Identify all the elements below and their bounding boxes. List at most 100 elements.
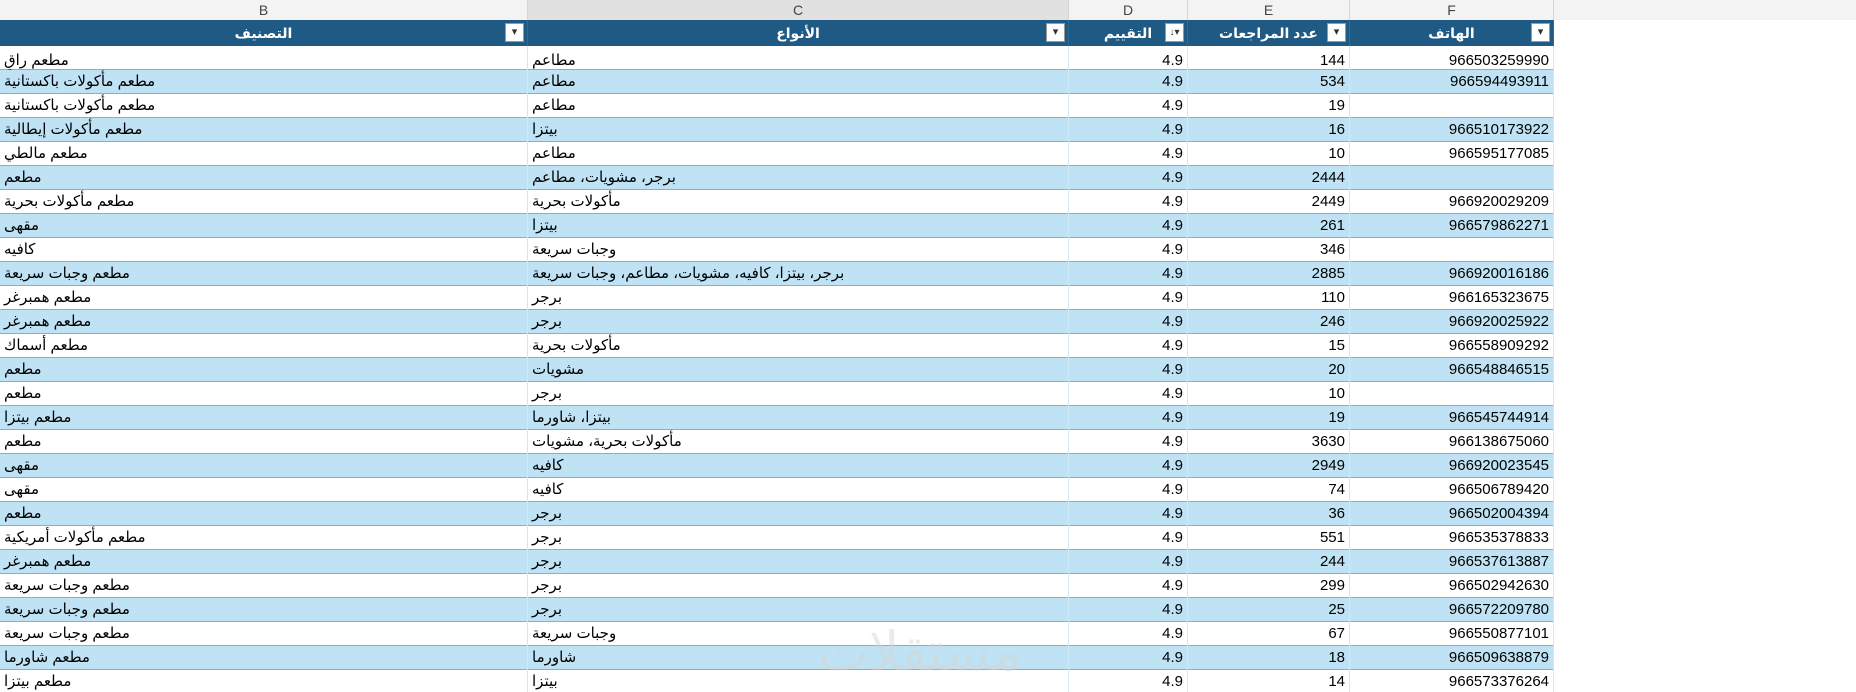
- cell-phone[interactable]: 966502004394: [1350, 502, 1554, 526]
- cell-rating[interactable]: 4.9: [1069, 598, 1188, 622]
- cell-rating[interactable]: 4.9: [1069, 406, 1188, 430]
- cell-reviews[interactable]: 10: [1188, 382, 1350, 406]
- cell-phone[interactable]: 966509638879: [1350, 646, 1554, 670]
- cell-rating[interactable]: 4.9: [1069, 190, 1188, 214]
- cell-rating[interactable]: 4.9: [1069, 142, 1188, 166]
- cell-types[interactable]: مطاعم: [528, 70, 1069, 94]
- cell-reviews[interactable]: 10: [1188, 142, 1350, 166]
- cell-reviews[interactable]: 2885: [1188, 262, 1350, 286]
- cell-empty[interactable]: [1554, 70, 1856, 94]
- cell-reviews[interactable]: 19: [1188, 94, 1350, 118]
- cell-rating[interactable]: 4.9: [1069, 310, 1188, 334]
- cell-empty[interactable]: [1554, 670, 1856, 692]
- cell-types[interactable]: مأكولات بحرية، مشويات: [528, 430, 1069, 454]
- cell-empty[interactable]: [1554, 166, 1856, 190]
- column-letter-d[interactable]: D: [1069, 0, 1188, 20]
- cell-empty[interactable]: [1554, 190, 1856, 214]
- cell-reviews[interactable]: 246: [1188, 310, 1350, 334]
- cell-phone[interactable]: 966548846515: [1350, 358, 1554, 382]
- cell-phone[interactable]: 966594493911: [1350, 70, 1554, 94]
- cell-category[interactable]: مطعم وجبات سريعة: [0, 574, 528, 598]
- cell-types[interactable]: بيتزا: [528, 670, 1069, 692]
- cell-category[interactable]: مقهى: [0, 478, 528, 502]
- filter-dropdown-icon[interactable]: ▾: [1327, 23, 1346, 42]
- cell-reviews[interactable]: 346: [1188, 238, 1350, 262]
- cell-types[interactable]: مشويات: [528, 358, 1069, 382]
- cell-phone[interactable]: [1350, 238, 1554, 262]
- cell-category[interactable]: مطعم بيتزا: [0, 406, 528, 430]
- cell-rating[interactable]: 4.9: [1069, 46, 1188, 70]
- cell-rating[interactable]: 4.9: [1069, 526, 1188, 550]
- cell-empty[interactable]: [1554, 406, 1856, 430]
- cell-empty[interactable]: [1554, 430, 1856, 454]
- cell-reviews[interactable]: 16: [1188, 118, 1350, 142]
- cell-types[interactable]: برجر: [528, 526, 1069, 550]
- cell-reviews[interactable]: 551: [1188, 526, 1350, 550]
- cell-category[interactable]: مطعم راقٍ: [0, 46, 528, 70]
- cell-empty[interactable]: [1554, 214, 1856, 238]
- column-letter-f[interactable]: F: [1350, 0, 1554, 20]
- cell-category[interactable]: مطعم: [0, 502, 528, 526]
- cell-empty[interactable]: [1554, 118, 1856, 142]
- cell-reviews[interactable]: 25: [1188, 598, 1350, 622]
- cell-types[interactable]: مطاعم: [528, 46, 1069, 70]
- cell-empty[interactable]: [1554, 646, 1856, 670]
- cell-reviews[interactable]: 14: [1188, 670, 1350, 692]
- cell-category[interactable]: مطعم مأكولات باكستانية: [0, 94, 528, 118]
- cell-phone[interactable]: [1350, 382, 1554, 406]
- cell-category[interactable]: مطعم مالطي: [0, 142, 528, 166]
- cell-empty[interactable]: [1554, 574, 1856, 598]
- cell-phone[interactable]: 966545744914: [1350, 406, 1554, 430]
- cell-empty[interactable]: [1554, 46, 1856, 70]
- cell-rating[interactable]: 4.9: [1069, 214, 1188, 238]
- cell-reviews[interactable]: 2949: [1188, 454, 1350, 478]
- cell-category[interactable]: مطعم بيتزا: [0, 670, 528, 692]
- cell-types[interactable]: برجر، بيتزا، كافيه، مشويات، مطاعم، وجبات…: [528, 262, 1069, 286]
- cell-reviews[interactable]: 244: [1188, 550, 1350, 574]
- cell-phone[interactable]: 966595177085: [1350, 142, 1554, 166]
- cell-rating[interactable]: 4.9: [1069, 382, 1188, 406]
- cell-reviews[interactable]: 19: [1188, 406, 1350, 430]
- cell-types[interactable]: وجبات سريعة: [528, 622, 1069, 646]
- cell-reviews[interactable]: 2444: [1188, 166, 1350, 190]
- cell-empty[interactable]: [1554, 286, 1856, 310]
- cell-phone[interactable]: 966579862271: [1350, 214, 1554, 238]
- cell-empty[interactable]: [1554, 334, 1856, 358]
- cell-empty[interactable]: [1554, 454, 1856, 478]
- cell-reviews[interactable]: 15: [1188, 334, 1350, 358]
- cell-empty[interactable]: [1554, 238, 1856, 262]
- cell-phone[interactable]: 966550877101: [1350, 622, 1554, 646]
- cell-reviews[interactable]: 3630: [1188, 430, 1350, 454]
- cell-rating[interactable]: 4.9: [1069, 622, 1188, 646]
- cell-reviews[interactable]: 534: [1188, 70, 1350, 94]
- cell-category[interactable]: مطعم مأكولات باكستانية: [0, 70, 528, 94]
- cell-category[interactable]: مطعم أسماك: [0, 334, 528, 358]
- cell-phone[interactable]: 966558909292: [1350, 334, 1554, 358]
- cell-phone[interactable]: 966573376264: [1350, 670, 1554, 692]
- cell-empty[interactable]: [1554, 502, 1856, 526]
- cell-empty[interactable]: [1554, 310, 1856, 334]
- cell-category[interactable]: مطعم همبرغر: [0, 286, 528, 310]
- cell-empty[interactable]: [1554, 358, 1856, 382]
- cell-types[interactable]: وجبات سريعة: [528, 238, 1069, 262]
- cell-types[interactable]: برجر: [528, 550, 1069, 574]
- cell-rating[interactable]: 4.9: [1069, 478, 1188, 502]
- cell-empty[interactable]: [1554, 382, 1856, 406]
- cell-phone[interactable]: [1350, 94, 1554, 118]
- cell-category[interactable]: مقهى: [0, 214, 528, 238]
- cell-types[interactable]: برجر: [528, 286, 1069, 310]
- cell-category[interactable]: مطعم مأكولات أمريكية: [0, 526, 528, 550]
- cell-category[interactable]: مطعم وجبات سريعة: [0, 262, 528, 286]
- cell-phone[interactable]: 966920025922: [1350, 310, 1554, 334]
- cell-category[interactable]: مطعم: [0, 166, 528, 190]
- cell-reviews[interactable]: 18: [1188, 646, 1350, 670]
- cell-reviews[interactable]: 144: [1188, 46, 1350, 70]
- cell-types[interactable]: بيتزا: [528, 118, 1069, 142]
- cell-phone[interactable]: 966535378833: [1350, 526, 1554, 550]
- cell-reviews[interactable]: 36: [1188, 502, 1350, 526]
- cell-category[interactable]: مقهى: [0, 454, 528, 478]
- column-letter-e[interactable]: E: [1188, 0, 1350, 20]
- cell-types[interactable]: بيتزا، شاورما: [528, 406, 1069, 430]
- cell-reviews[interactable]: 261: [1188, 214, 1350, 238]
- cell-category[interactable]: مطعم: [0, 430, 528, 454]
